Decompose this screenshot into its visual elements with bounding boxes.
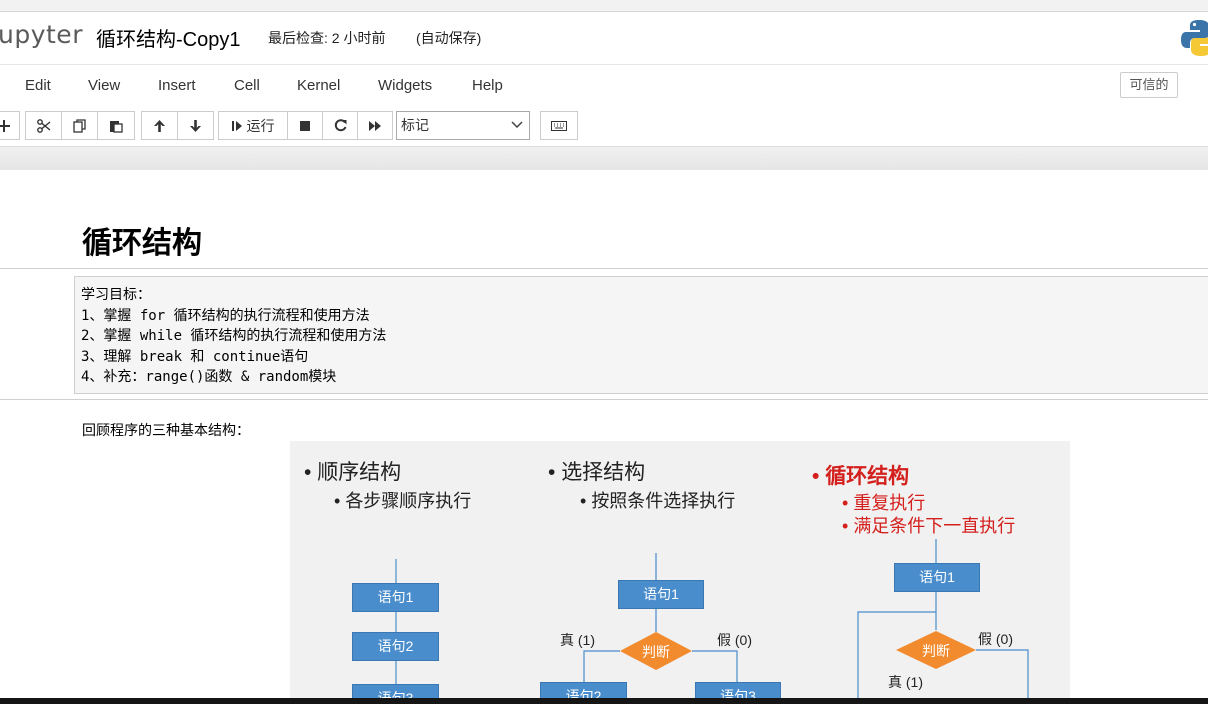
goals-line-3: 3、理解 break 和 continue语句 [81,347,1208,368]
toolbar: 运行 标记 [0,106,1208,146]
menubar: Edit View Insert Cell Kernel Widgets Hel… [0,64,1208,106]
menu-view[interactable]: View [88,77,120,94]
autosave-status: (自动保存) [416,28,481,48]
sel-box-1: 语句1 [618,580,704,609]
menu-help[interactable]: Help [472,77,503,94]
notebook-container[interactable]: 循环结构 学习目标： 1、掌握 for 循环结构的执行流程和使用方法 2、掌握 … [0,170,1208,704]
keyboard-icon [551,121,567,131]
sel-true-label: 真 (1) [560,630,595,650]
browser-bookmark-strip [0,0,1208,12]
menu-insert[interactable]: Insert [158,77,196,94]
cell-type-value: 标记 [401,117,429,133]
cell-heading: 循环结构 [82,218,202,262]
structures-caption: 回顾程序的三种基本结构： [82,420,250,440]
goals-line-1: 1、掌握 for 循环结构的执行流程和使用方法 [81,306,1208,327]
sel-false-label: 假 (0) [717,630,752,650]
keyboard-shortcuts-button[interactable] [540,111,578,140]
paste-icon [109,119,123,133]
loop-true-label: 真 (1) [888,672,923,692]
restart-icon [334,119,347,132]
cell-border-bottom [0,399,1208,400]
move-up-icon [153,119,166,133]
copy-icon [73,119,87,133]
taskbar-edge [0,698,1208,704]
move-down-icon [189,119,202,133]
run-label: 运行 [247,116,275,136]
run-icon [232,120,244,132]
cell-type-select[interactable]: 标记 [396,111,530,140]
loop-false-label: 假 (0) [978,629,1013,649]
chevron-down-icon [511,121,523,129]
cut-icon [37,119,51,133]
sel-judge-label: 判断 [634,642,678,662]
seq-box-1: 语句1 [352,583,439,612]
stop-button[interactable] [287,111,323,140]
python-logo-icon [1180,18,1208,58]
copy-button[interactable] [61,111,98,140]
paste-button[interactable] [97,111,135,140]
loop-judge-label: 判断 [914,641,958,661]
seq-box-2: 语句2 [352,632,439,661]
add-cell-button[interactable] [0,111,20,140]
fast-forward-icon [368,120,382,132]
notebook-header: upyter 循环结构-Copy1 最后检查: 2 小时前 (自动保存) [0,12,1208,64]
cut-button[interactable] [25,111,62,140]
restart-button[interactable] [322,111,358,140]
goals-line-0: 学习目标： [81,285,1208,306]
goals-line-4: 4、补充：range()函数 & random模块 [81,367,1208,388]
run-button[interactable]: 运行 [218,111,288,140]
jupyter-logo[interactable]: upyter [0,20,83,49]
jupyter-window: upyter 循环结构-Copy1 最后检查: 2 小时前 (自动保存) Edi… [0,0,1208,704]
trusted-indicator[interactable]: 可信的 [1120,72,1178,98]
menu-kernel[interactable]: Kernel [297,77,340,94]
fast-forward-button[interactable] [357,111,393,140]
cell-border-top [0,268,1208,269]
checkpoint-status: 最后检查: 2 小时前 [268,28,385,48]
move-down-button[interactable] [177,111,214,140]
toolbar-divider [0,146,1208,170]
add-cell-icon [0,120,10,132]
stop-icon [299,120,311,132]
notebook-name[interactable]: 循环结构-Copy1 [96,23,240,52]
menu-widgets[interactable]: Widgets [378,77,432,94]
move-up-button[interactable] [141,111,178,140]
menu-edit[interactable]: Edit [25,77,51,94]
goals-line-2: 2、掌握 while 循环结构的执行流程和使用方法 [81,326,1208,347]
learning-goals-block[interactable]: 学习目标： 1、掌握 for 循环结构的执行流程和使用方法 2、掌握 while… [74,276,1208,394]
loop-box-1: 语句1 [894,563,980,592]
structures-slide-image: • 顺序结构 • 各步骤顺序执行 • 选择结构 • 按照条件选择执行 • 循环结… [290,441,1070,704]
menu-cell[interactable]: Cell [234,77,260,94]
